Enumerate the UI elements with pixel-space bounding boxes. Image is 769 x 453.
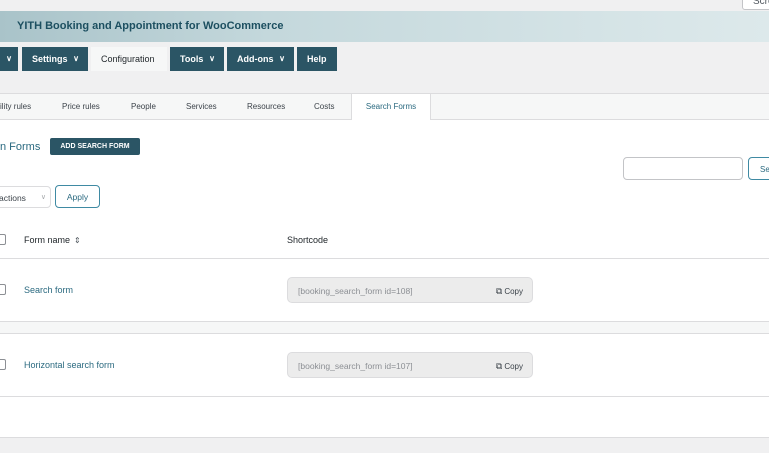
select-all-checkbox[interactable] <box>0 234 6 245</box>
nav-item-label: Tools <box>180 54 204 64</box>
row-checkbox[interactable] <box>0 359 6 370</box>
divider <box>0 396 769 397</box>
copy-icon: ⧉ <box>495 361 503 371</box>
search-input[interactable] <box>623 157 743 180</box>
nav-item-settings[interactable]: Settings ∨ <box>22 47 88 71</box>
page-title: n Forms <box>0 141 41 153</box>
nav-item-configuration[interactable]: Configuration <box>91 47 167 71</box>
tab-search-forms[interactable]: Search Forms <box>351 94 431 120</box>
tab-people[interactable]: People <box>131 94 156 119</box>
add-search-form-button[interactable]: ADD SEARCH FORM <box>50 138 140 155</box>
nav-item-label: Help <box>307 54 327 64</box>
nav-item-addons[interactable]: Add-ons ∨ <box>227 47 294 71</box>
nav-item-help[interactable]: Help <box>297 47 337 71</box>
tab-resources[interactable]: Resources <box>247 94 285 119</box>
tab-costs[interactable]: Costs <box>314 94 334 119</box>
copy-button[interactable]: ⧉ Copy <box>496 353 523 380</box>
tab-price-rules[interactable]: Price rules <box>62 94 100 119</box>
form-name-link[interactable]: Horizontal search form <box>24 360 115 370</box>
form-name-link[interactable]: Search form <box>24 285 73 295</box>
copy-icon: ⧉ <box>495 286 503 296</box>
chevron-down-icon: ∨ <box>73 54 79 63</box>
plugin-banner: YITH Booking and Appointment for WooComm… <box>0 11 769 42</box>
column-header-shortcode: Shortcode <box>287 235 329 245</box>
nav-item-label: Configuration <box>101 54 155 64</box>
tab-services[interactable]: Services <box>186 94 217 119</box>
chevron-down-icon: ∨ <box>209 54 215 63</box>
row-checkbox[interactable] <box>0 284 6 295</box>
screen-options-button[interactable]: Scre <box>742 0 769 10</box>
sort-icon: ⇕ <box>74 236 81 245</box>
bulk-actions-select[interactable]: actions ∨ <box>0 186 51 208</box>
divider <box>0 333 769 334</box>
tab-bar: ility rules Price rules People Services … <box>0 94 769 120</box>
chevron-down-icon: ∨ <box>40 194 46 201</box>
column-header-label: Form name <box>24 235 71 245</box>
shortcode-value[interactable]: [booking_search_form id=108] <box>298 278 413 304</box>
shortcode-field: [booking_search_form id=107] ⧉ Copy <box>287 352 533 378</box>
row-separator <box>0 322 769 333</box>
nav-item-label: Add-ons <box>237 54 274 64</box>
divider <box>0 258 769 259</box>
apply-button[interactable]: Apply <box>55 185 100 208</box>
chevron-down-icon: ∨ <box>6 54 12 63</box>
column-header-form-name[interactable]: Form name ⇕ <box>24 235 81 245</box>
copy-label: Copy <box>504 287 523 296</box>
bulk-actions-label: actions <box>0 193 26 203</box>
nav-item-collapsed[interactable]: ∨ <box>0 47 18 71</box>
nav-item-tools[interactable]: Tools ∨ <box>170 47 224 71</box>
copy-label: Copy <box>504 362 523 371</box>
shortcode-field: [booking_search_form id=108] ⧉ Copy <box>287 277 533 303</box>
chevron-down-icon: ∨ <box>279 54 285 63</box>
shortcode-value[interactable]: [booking_search_form id=107] <box>298 353 413 379</box>
tab-availability-rules[interactable]: ility rules <box>0 94 42 119</box>
footer-band <box>0 437 769 453</box>
plugin-title: YITH Booking and Appointment for WooComm… <box>17 20 284 32</box>
copy-button[interactable]: ⧉ Copy <box>496 278 523 305</box>
nav-item-label: Settings <box>32 54 68 64</box>
search-button[interactable]: Se <box>748 157 769 180</box>
